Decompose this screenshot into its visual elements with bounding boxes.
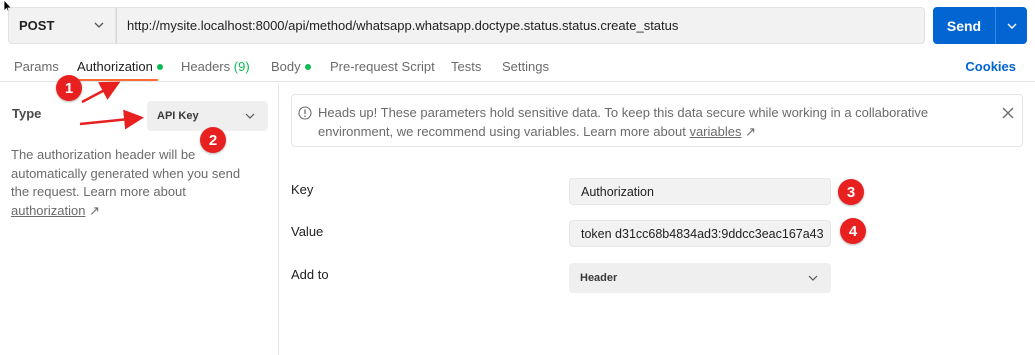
annotation-arrow-1 — [81, 81, 121, 104]
annotation-badge-1: 1 — [56, 75, 82, 101]
annotation-arrows — [79, 81, 144, 130]
annotation-arrow-2 — [79, 109, 144, 130]
annotation-badge-4: 4 — [840, 218, 866, 244]
annotation-badge-3: 3 — [838, 179, 864, 205]
annotation-badge-2: 2 — [200, 127, 226, 153]
